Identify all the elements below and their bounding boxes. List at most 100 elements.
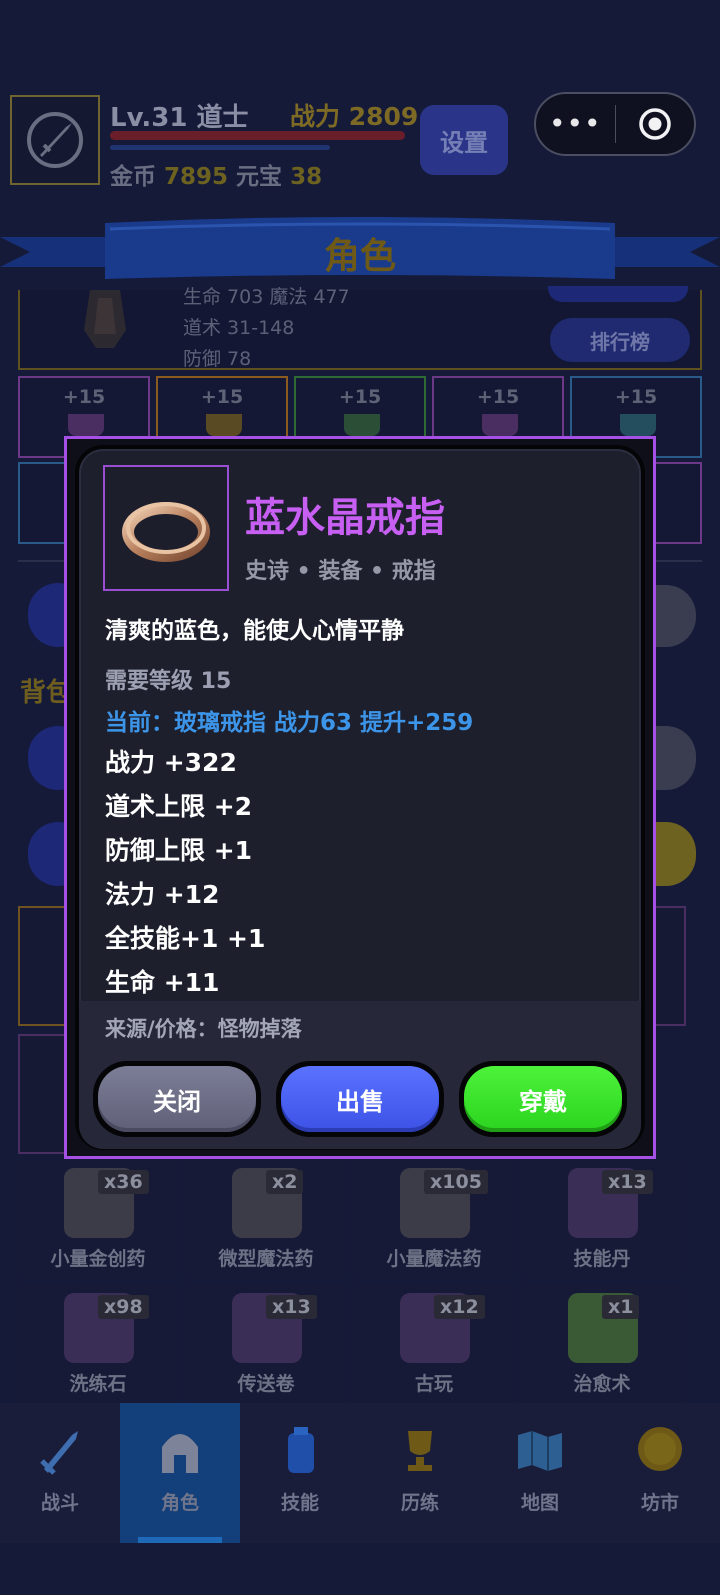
bag-item[interactable]: x98 洗练石 [18, 1285, 178, 1403]
target-icon [639, 108, 671, 140]
slot-level: +15 [476, 386, 520, 408]
bag-item[interactable]: x105 小量魔法药 [354, 1160, 514, 1278]
nav-item-training[interactable]: 历练 [360, 1403, 480, 1543]
dagger-icon [27, 112, 83, 168]
slot-item-icon [620, 414, 656, 436]
sell-button[interactable]: 出售 [276, 1061, 444, 1137]
slot-level: +15 [200, 386, 244, 408]
current-equipment-compare: 当前：玻璃戒指 战力63 提升+259 [105, 710, 474, 736]
bag-item[interactable]: x13 传送卷 [186, 1285, 346, 1403]
nav-label: 地图 [520, 1492, 559, 1514]
item-count: x13 [602, 1170, 653, 1194]
map-icon [518, 1431, 562, 1471]
yuanbao-value: 38 [290, 164, 323, 190]
power-label: 战力 [290, 102, 341, 131]
sell-button-label: 出售 [281, 1066, 439, 1132]
bag-item[interactable]: x1 治愈术 [522, 1285, 682, 1403]
hp-bar [110, 131, 405, 140]
gold-value: 7895 [164, 164, 229, 190]
mp-bar [110, 145, 330, 150]
trophy-icon [408, 1431, 432, 1471]
item-count: x13 [266, 1295, 317, 1319]
bag-item[interactable]: x12 古玩 [354, 1285, 514, 1403]
currency-line: 金币 7895 元宝 38 [110, 157, 322, 191]
slot-level: +15 [614, 386, 658, 408]
settings-button[interactable]: 设置 [420, 105, 508, 175]
helmet-icon [162, 1434, 198, 1473]
item-category: 史诗 • 装备 • 戒指 [245, 559, 436, 584]
item-name: 古玩 [414, 1373, 453, 1395]
yuanbao-label: 元宝 [236, 164, 283, 190]
close-button[interactable]: 关闭 [93, 1061, 261, 1137]
potion-icon [288, 1427, 314, 1473]
item-count: x98 [98, 1295, 149, 1319]
equip-button[interactable]: 穿戴 [459, 1061, 627, 1137]
nav-item-market[interactable]: 坊市 [600, 1403, 720, 1543]
character-figure-icon [84, 290, 126, 348]
level-text: Lv.31 道士 [110, 103, 249, 133]
nav-label: 历练 [400, 1492, 439, 1514]
nav-label: 战斗 [40, 1492, 79, 1514]
nav-label: 角色 [160, 1492, 199, 1514]
char-stat-line: 防御 78 [183, 348, 252, 370]
modal-panel: 蓝水晶戒指 史诗 • 装备 • 戒指 清爽的蓝色，能使人心情平静 需要等级 15… [75, 445, 645, 1150]
item-name: 小量金创药 [50, 1248, 146, 1270]
equip-button-label: 穿戴 [464, 1066, 622, 1132]
nav-item-battle[interactable]: 战斗 [0, 1403, 120, 1543]
stat-line: 法力 +12 [105, 880, 220, 909]
nav-item-map[interactable]: 地图 [480, 1403, 600, 1543]
level-requirement: 需要等级 15 [105, 669, 232, 694]
ranking-button[interactable]: 排行榜 [550, 318, 690, 362]
bottom-nav: 战斗 角色 技能 历练 地图 坊市 [0, 1403, 720, 1543]
bag-item[interactable]: x36 小量金创药 [18, 1160, 178, 1278]
close-button-label: 关闭 [98, 1066, 256, 1132]
char-stat-line: 生命 703 魔法 477 [183, 286, 350, 308]
item-count: x105 [424, 1170, 488, 1194]
item-name: 洗练石 [69, 1373, 127, 1395]
slot-item-icon [482, 414, 518, 436]
stat-line: 道术上限 +2 [105, 792, 253, 821]
item-name: 传送卷 [237, 1373, 295, 1395]
bag-item[interactable]: x13 技能丹 [522, 1160, 682, 1278]
item-detail-modal: 蓝水晶戒指 史诗 • 装备 • 戒指 清爽的蓝色，能使人心情平静 需要等级 15… [64, 436, 656, 1159]
power-value: 2809 [348, 102, 419, 131]
slot-level: +15 [62, 386, 106, 408]
stat-line: 生命 +11 [105, 968, 220, 997]
coin-icon [638, 1427, 682, 1471]
item-name: 治愈术 [573, 1373, 631, 1395]
stat-line: 防御上限 +1 [105, 836, 253, 865]
item-name: 小量魔法药 [386, 1248, 482, 1270]
power-display: 战力 2809 [290, 97, 418, 133]
gold-label: 金币 [110, 164, 156, 190]
modal-footer: 来源/价格：怪物掉落 关闭 出售 穿戴 [79, 1001, 641, 1149]
active-indicator [138, 1537, 222, 1543]
nav-item-skill[interactable]: 技能 [240, 1403, 360, 1543]
nav-item-character[interactable]: 角色 [120, 1403, 240, 1543]
nav-label: 技能 [280, 1492, 319, 1514]
item-count: x12 [434, 1295, 485, 1319]
item-count: x1 [602, 1295, 640, 1319]
avatar[interactable] [10, 95, 100, 185]
bag-item[interactable]: x2 微型魔法药 [186, 1160, 346, 1278]
nav-label: 坊市 [640, 1492, 679, 1514]
item-count: x2 [266, 1170, 304, 1194]
slot-level: +15 [338, 386, 382, 408]
stat-line: 全技能+1 +1 [105, 924, 266, 953]
sword-icon [40, 1431, 78, 1475]
close-miniprogram-button[interactable] [616, 106, 695, 142]
more-menu-button[interactable]: ••• [536, 94, 615, 154]
item-count: x36 [98, 1170, 149, 1194]
slot-item-icon [344, 414, 380, 436]
char-stat-line: 道术 31-148 [183, 317, 295, 339]
item-description: 清爽的蓝色，能使人心情平静 [105, 618, 404, 644]
page-title: 角色 [323, 236, 396, 277]
item-name: 微型魔法药 [218, 1248, 314, 1270]
item-icon-frame [103, 465, 229, 591]
slot-item-icon [206, 414, 242, 436]
item-name: 技能丹 [573, 1248, 631, 1270]
hidden-button[interactable] [548, 286, 688, 302]
ring-icon [122, 502, 210, 562]
item-source: 来源/价格：怪物掉落 [105, 1017, 302, 1041]
slot-item-icon [68, 414, 104, 436]
stat-line: 战力 +322 [105, 748, 237, 777]
